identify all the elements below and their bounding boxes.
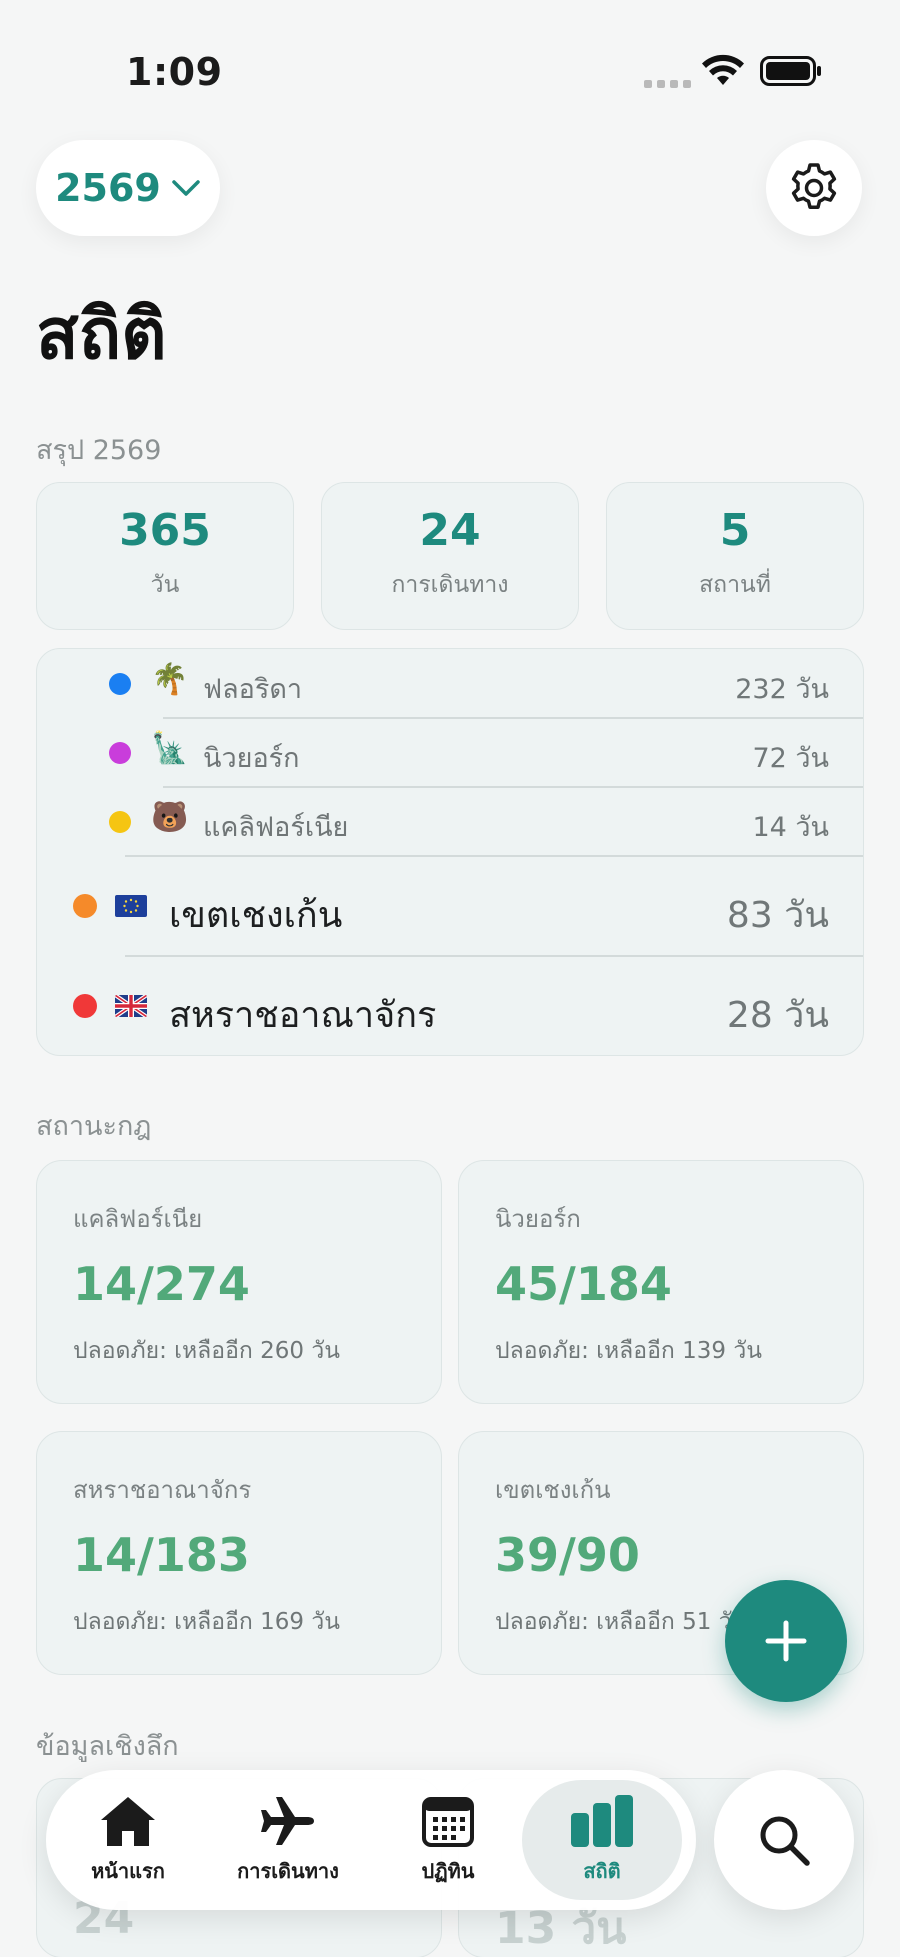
tab-label: ปฏิทิน	[421, 1859, 475, 1883]
tab-calendar[interactable]: ปฏิทิน	[368, 1780, 528, 1900]
location-name: นิวยอร์ก	[203, 743, 300, 774]
location-color-dot	[109, 673, 131, 695]
settings-button[interactable]	[766, 140, 862, 236]
statue-of-liberty-icon: 🗽	[151, 731, 189, 766]
location-row-california[interactable]: 🐻 แคลิฟอร์เนีย 14 วัน	[37, 787, 863, 856]
limit-card-status: ปลอดภัย: เหลืออีก 51 วัน	[495, 1609, 748, 1635]
summary-card-days: 365 วัน	[36, 482, 294, 630]
limit-card-title: เขตเชงเก้น	[495, 1476, 611, 1504]
summary-label: วัน	[150, 572, 180, 598]
summary-section-label: สรุป 2569	[36, 435, 162, 466]
location-color-dot	[109, 742, 131, 764]
summary-card-places: 5 สถานที่	[606, 482, 864, 630]
tab-label: หน้าแรก	[91, 1859, 165, 1883]
location-breakdown-list: 🌴 ฟลอริดา 232 วัน 🗽 นิวยอร์ก 72 วัน 🐻 แค…	[36, 648, 864, 1056]
search-button[interactable]	[714, 1770, 854, 1910]
cellular-signal-icon	[644, 80, 691, 88]
location-color-dot	[73, 994, 97, 1018]
chevron-down-icon	[172, 180, 200, 196]
summary-card-trips: 24 การเดินทาง	[321, 482, 579, 630]
location-days: 83 วัน	[726, 895, 829, 936]
page-title: สถิติ	[36, 293, 167, 375]
limit-card-value: 45/184	[495, 1257, 672, 1311]
wifi-icon	[702, 54, 744, 85]
eu-flag-icon	[115, 895, 147, 917]
calendar-icon	[422, 1797, 474, 1847]
bar-chart-icon	[571, 1795, 633, 1847]
location-color-dot	[109, 811, 131, 833]
limit-card-value: 39/90	[495, 1528, 640, 1582]
limit-card-new-york[interactable]: นิวยอร์ก 45/184 ปลอดภัย: เหลืออีก 139 วั…	[458, 1160, 864, 1404]
gear-icon	[791, 163, 837, 209]
location-name: ฟลอริดา	[203, 674, 303, 705]
palm-tree-icon: 🌴	[151, 662, 189, 697]
tab-label: สถิติ	[583, 1859, 621, 1883]
location-row-florida[interactable]: 🌴 ฟลอริดา 232 วัน	[37, 649, 863, 718]
limit-card-status: ปลอดภัย: เหลืออีก 139 วัน	[495, 1338, 762, 1364]
insights-section-label: ข้อมูลเชิงลึก	[36, 1731, 179, 1762]
limit-card-status: ปลอดภัย: เหลืออีก 260 วัน	[73, 1338, 340, 1364]
battery-icon	[760, 56, 821, 86]
search-icon	[760, 1816, 810, 1866]
tab-home[interactable]: หน้าแรก	[48, 1780, 208, 1900]
location-days: 72 วัน	[752, 743, 829, 774]
limit-card-title: แคลิฟอร์เนีย	[73, 1205, 203, 1233]
location-row-schengen[interactable]: เขตเชงเก้น 83 วัน	[37, 856, 863, 956]
uk-flag-icon	[115, 995, 147, 1017]
location-color-dot	[73, 894, 97, 918]
tab-statistics[interactable]: สถิติ	[522, 1780, 682, 1900]
limit-card-status: ปลอดภัย: เหลืออีก 169 วัน	[73, 1609, 340, 1635]
limit-card-united-kingdom[interactable]: สหราชอาณาจักร 14/183 ปลอดภัย: เหลืออีก 1…	[36, 1431, 442, 1675]
limit-card-value: 14/274	[73, 1257, 250, 1311]
summary-value: 24	[419, 505, 481, 556]
location-row-new-york[interactable]: 🗽 นิวยอร์ก 72 วัน	[37, 718, 863, 787]
airplane-icon	[261, 1797, 314, 1845]
location-name: แคลิฟอร์เนีย	[203, 812, 349, 843]
tab-trips[interactable]: การเดินทาง	[208, 1780, 368, 1900]
year-selector-button[interactable]: 2569	[36, 140, 220, 236]
limit-card-title: นิวยอร์ก	[495, 1205, 581, 1233]
location-row-united-kingdom[interactable]: สหราชอาณาจักร 28 วัน	[37, 956, 863, 1055]
location-name: สหราชอาณาจักร	[169, 995, 437, 1036]
tab-bar: หน้าแรก การเดินทาง ปฏิทิน สถิติ	[46, 1770, 696, 1910]
limit-card-value: 14/183	[73, 1528, 250, 1582]
location-days: 232 วัน	[735, 674, 829, 705]
bear-icon: 🐻	[151, 800, 189, 835]
rules-section-label: สถานะกฎ	[36, 1111, 152, 1142]
summary-label: สถานที่	[699, 572, 771, 598]
home-icon	[101, 1797, 155, 1846]
add-trip-button[interactable]	[725, 1580, 847, 1702]
limit-card-california[interactable]: แคลิฟอร์เนีย 14/274 ปลอดภัย: เหลืออีก 26…	[36, 1160, 442, 1404]
status-time: 1:09	[126, 50, 223, 94]
summary-label: การเดินทาง	[391, 572, 509, 598]
location-days: 14 วัน	[752, 812, 829, 843]
limit-card-title: สหราชอาณาจักร	[73, 1476, 252, 1504]
location-days: 28 วัน	[726, 995, 829, 1036]
year-label: 2569	[55, 166, 161, 210]
summary-value: 5	[719, 505, 751, 556]
summary-value: 365	[119, 505, 211, 556]
plus-icon	[765, 1620, 807, 1662]
location-name: เขตเชงเก้น	[169, 895, 343, 936]
tab-label: การเดินทาง	[237, 1859, 339, 1883]
